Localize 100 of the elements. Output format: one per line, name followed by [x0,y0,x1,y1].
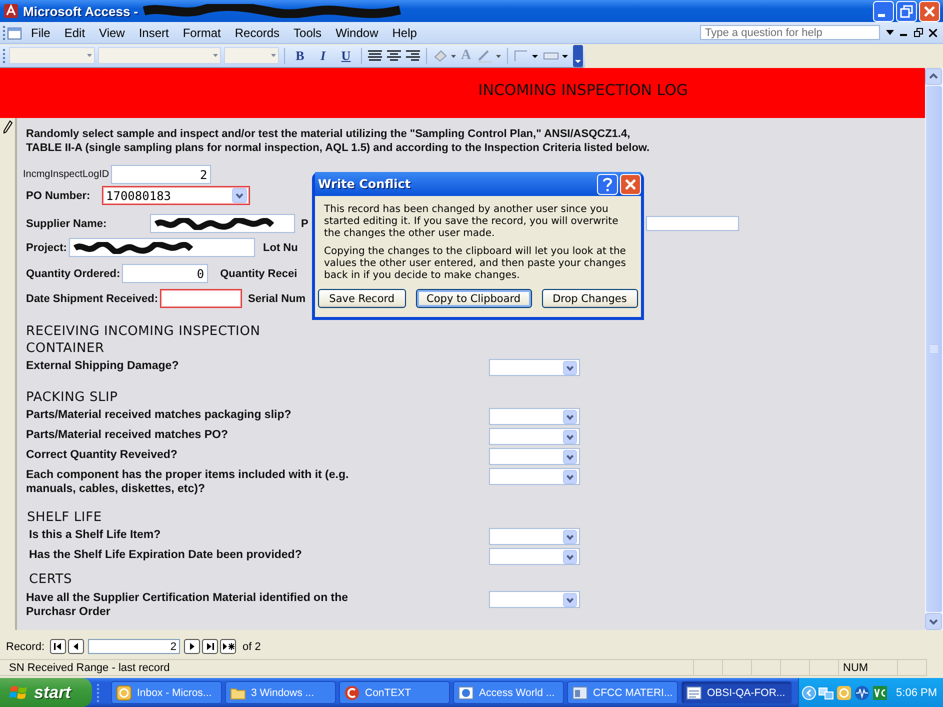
underline-button[interactable]: U [336,46,356,64]
record-label: Record: [6,640,45,652]
status-panel [810,659,839,676]
waveform-icon[interactable] [854,684,870,700]
question-text: Have all the Supplier Certification Material identified on the Purchasr Order [26,591,350,619]
taskbar-button[interactable]: 3 Windows ... [225,681,336,704]
app-icon [344,684,360,700]
window-title: Microsoft Access - [23,4,138,18]
question-text: Each component has the proper items included with it (e.g. manuals, cables, diskettes, etc)? [26,468,350,496]
section-heading: PACKING SLIP [26,390,119,405]
last-record-icon[interactable] [202,639,218,654]
italic-button[interactable]: I [313,46,333,64]
question-text: Parts/Material received matches PO? [26,428,229,442]
section-heading: SHELF LIFE [27,510,103,525]
expand-tray-icon[interactable] [802,686,816,700]
scroll-down-icon[interactable] [925,613,942,630]
status-panel [898,659,927,676]
section-heading: RECEIVING INCOMING INSPECTION [26,324,262,339]
border-icon[interactable] [513,48,540,64]
menu-item[interactable]: Format [176,24,228,40]
field-label: Supplier Name: [26,218,108,230]
field-label: Project: [26,242,67,254]
question-text: Correct Quantity Reveived? [26,448,178,462]
close-icon[interactable] [929,28,937,36]
status-panel [723,659,752,676]
align-left-icon[interactable] [367,48,383,62]
next-record-icon[interactable] [184,639,200,654]
menu-item[interactable]: Tools [286,24,329,40]
menu-item[interactable]: File [24,24,58,40]
text-field[interactable] [646,216,740,231]
dialog-message: This record has been changed by another user since you started editing it. If you save the record, you will overwrite the changes the other user made. [324,204,620,240]
text-field[interactable] [150,214,295,233]
question-text: External Shipping Damage? [26,359,180,373]
taskbar-button[interactable]: ConTEXT [339,681,450,704]
field-label: Quantity Recei [220,268,298,280]
align-right-icon[interactable] [405,48,421,62]
scroll-up-icon[interactable] [925,68,942,85]
menu-item[interactable]: Help [385,24,424,40]
field-label: IncmgInspectLogID [23,169,110,180]
field-label: Serial Num [248,292,306,304]
pencil-icon [2,120,12,134]
text-field[interactable]: 0 [122,264,208,283]
toolbar-options-icon[interactable] [573,44,584,66]
caret-icon[interactable] [886,30,894,36]
question-text: Has the Shelf Life Expiration Date been provided? [28,548,303,562]
fill-color-icon[interactable] [432,48,456,64]
new-record-icon[interactable] [220,639,236,654]
help-search-field[interactable]: Type a question for help [700,25,880,40]
field-label: Lot Nu [263,242,298,254]
grip-icon [930,345,938,353]
text-field[interactable]: 2 [111,165,212,184]
restore-icon[interactable] [914,28,923,37]
grip-icon [95,682,101,704]
dialog-title: Write Conflict [318,177,411,191]
windows-logo-icon [9,684,29,702]
menu-item[interactable]: Window [328,24,386,40]
document-icon[interactable] [6,24,24,40]
taskbar-button[interactable]: Access World ... [453,681,564,704]
grip-icon [2,24,6,40]
menu-item[interactable]: Insert [132,24,176,40]
start-button[interactable]: start [0,678,92,707]
taskbar-button[interactable]: CFCC MATERI... [567,681,678,704]
instructions-text: Randomly select sample and inspect and/or test the material utilizing the "Sampling Control Plan," ANSI/ASQCZ1.4, TABLE II-A (single sampling plans for normal inspection, AQL 1.5) and according to the Inspection Criteria listed below. [26,127,651,155]
menu-item[interactable]: Records [228,24,287,40]
first-record-icon[interactable] [50,639,66,654]
field-label: P [301,218,308,230]
taskbar-button[interactable]: Inbox - Micros... [111,681,222,704]
record-number-field[interactable]: 2 [88,639,180,654]
line-color-icon[interactable] [476,48,502,64]
num-lock-indicator: NUM [839,659,898,676]
section-heading: CONTAINER [26,341,106,356]
question-text: Is this a Shelf Life Item? [28,528,162,542]
grip-icon [2,48,6,64]
dialog-button[interactable]: Copy to Clipboard [416,289,532,308]
vertical-scrollbar[interactable] [925,68,943,630]
dialog-button[interactable]: Drop Changes [542,289,638,308]
clock-time: 5:06 PM [896,686,937,698]
text-field[interactable] [69,238,255,257]
bold-button[interactable]: B [290,46,310,64]
menu-item[interactable]: Edit [57,24,92,40]
window-icon [572,684,588,700]
section-heading: CERTS [29,572,74,587]
help-icon[interactable] [597,174,618,194]
previous-record-icon[interactable] [68,639,84,654]
po-number-dropdown[interactable]: 170080183 [102,186,250,205]
menu-item[interactable]: View [92,24,132,40]
field-label: Quantity Ordered: [26,268,120,280]
text-field[interactable] [160,289,242,308]
dialog-button[interactable]: Save Record [318,289,406,308]
status-panel [694,659,723,676]
status-text: SN Received Range - last record [0,659,694,676]
form-icon [686,684,702,700]
align-center-icon[interactable] [386,48,402,62]
vc-icon[interactable] [872,684,888,700]
taskbar-button[interactable]: OBSI-QA-FOR... [681,681,792,704]
question-text: Parts/Material received matches packaging slip? [26,408,292,422]
field-label: PO Number: [26,190,92,202]
form-title: INCOMING INSPECTION LOG [478,81,688,99]
scrollbar-thumb[interactable] [926,86,942,612]
network-icon[interactable] [818,684,834,700]
